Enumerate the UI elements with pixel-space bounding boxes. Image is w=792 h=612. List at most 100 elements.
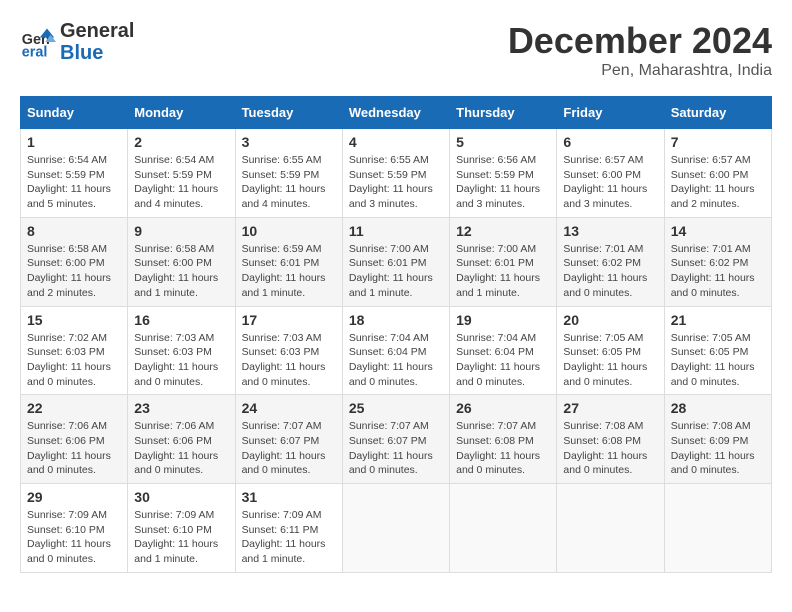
day-number: 11 [349,223,443,239]
week-row-5: 29 Sunrise: 7:09 AM Sunset: 6:10 PM Dayl… [21,484,772,573]
header-cell-monday: Monday [128,97,235,129]
day-number: 21 [671,312,765,328]
day-cell: 2 Sunrise: 6:54 AM Sunset: 5:59 PM Dayli… [128,129,235,218]
day-cell: 9 Sunrise: 6:58 AM Sunset: 6:00 PM Dayli… [128,217,235,306]
day-number: 29 [27,489,121,505]
day-detail: Sunrise: 7:00 AM Sunset: 6:01 PM Dayligh… [349,242,443,301]
day-number: 2 [134,134,228,150]
day-number: 19 [456,312,550,328]
day-cell: 12 Sunrise: 7:00 AM Sunset: 6:01 PM Dayl… [450,217,557,306]
svg-text:eral: eral [22,44,48,60]
header-cell-friday: Friday [557,97,664,129]
day-detail: Sunrise: 7:06 AM Sunset: 6:06 PM Dayligh… [134,419,228,478]
day-cell [450,484,557,573]
day-detail: Sunrise: 7:01 AM Sunset: 6:02 PM Dayligh… [671,242,765,301]
day-number: 13 [563,223,657,239]
day-detail: Sunrise: 6:57 AM Sunset: 6:00 PM Dayligh… [563,153,657,212]
day-number: 6 [563,134,657,150]
day-cell: 14 Sunrise: 7:01 AM Sunset: 6:02 PM Dayl… [664,217,771,306]
day-cell: 20 Sunrise: 7:05 AM Sunset: 6:05 PM Dayl… [557,306,664,395]
day-cell [342,484,449,573]
header-cell-tuesday: Tuesday [235,97,342,129]
day-cell: 18 Sunrise: 7:04 AM Sunset: 6:04 PM Dayl… [342,306,449,395]
day-cell: 3 Sunrise: 6:55 AM Sunset: 5:59 PM Dayli… [235,129,342,218]
day-detail: Sunrise: 7:04 AM Sunset: 6:04 PM Dayligh… [349,331,443,390]
logo-name-line1: General [60,20,134,42]
week-row-4: 22 Sunrise: 7:06 AM Sunset: 6:06 PM Dayl… [21,395,772,484]
day-cell: 7 Sunrise: 6:57 AM Sunset: 6:00 PM Dayli… [664,129,771,218]
day-number: 26 [456,400,550,416]
day-number: 1 [27,134,121,150]
day-cell: 6 Sunrise: 6:57 AM Sunset: 6:00 PM Dayli… [557,129,664,218]
week-row-1: 1 Sunrise: 6:54 AM Sunset: 5:59 PM Dayli… [21,129,772,218]
calendar-table: SundayMondayTuesdayWednesdayThursdayFrid… [20,96,772,573]
day-detail: Sunrise: 7:00 AM Sunset: 6:01 PM Dayligh… [456,242,550,301]
day-number: 17 [242,312,336,328]
day-cell: 21 Sunrise: 7:05 AM Sunset: 6:05 PM Dayl… [664,306,771,395]
logo-name-line2: Blue [60,42,134,64]
day-detail: Sunrise: 7:03 AM Sunset: 6:03 PM Dayligh… [242,331,336,390]
location: Pen, Maharashtra, India [508,62,772,80]
day-cell: 5 Sunrise: 6:56 AM Sunset: 5:59 PM Dayli… [450,129,557,218]
day-cell: 13 Sunrise: 7:01 AM Sunset: 6:02 PM Dayl… [557,217,664,306]
day-detail: Sunrise: 7:05 AM Sunset: 6:05 PM Dayligh… [563,331,657,390]
header-row: SundayMondayTuesdayWednesdayThursdayFrid… [21,97,772,129]
logo: Gen eral General Blue [20,20,134,64]
day-cell [664,484,771,573]
day-detail: Sunrise: 7:03 AM Sunset: 6:03 PM Dayligh… [134,331,228,390]
day-detail: Sunrise: 6:59 AM Sunset: 6:01 PM Dayligh… [242,242,336,301]
day-cell: 29 Sunrise: 7:09 AM Sunset: 6:10 PM Dayl… [21,484,128,573]
title-block: December 2024 Pen, Maharashtra, India [508,20,772,80]
day-detail: Sunrise: 6:54 AM Sunset: 5:59 PM Dayligh… [134,153,228,212]
day-cell: 16 Sunrise: 7:03 AM Sunset: 6:03 PM Dayl… [128,306,235,395]
header-cell-sunday: Sunday [21,97,128,129]
day-number: 25 [349,400,443,416]
header-cell-thursday: Thursday [450,97,557,129]
day-cell: 1 Sunrise: 6:54 AM Sunset: 5:59 PM Dayli… [21,129,128,218]
day-detail: Sunrise: 7:08 AM Sunset: 6:08 PM Dayligh… [563,419,657,478]
day-detail: Sunrise: 6:55 AM Sunset: 5:59 PM Dayligh… [349,153,443,212]
day-number: 3 [242,134,336,150]
day-detail: Sunrise: 7:06 AM Sunset: 6:06 PM Dayligh… [27,419,121,478]
day-detail: Sunrise: 6:54 AM Sunset: 5:59 PM Dayligh… [27,153,121,212]
day-cell: 15 Sunrise: 7:02 AM Sunset: 6:03 PM Dayl… [21,306,128,395]
day-cell: 27 Sunrise: 7:08 AM Sunset: 6:08 PM Dayl… [557,395,664,484]
day-cell: 11 Sunrise: 7:00 AM Sunset: 6:01 PM Dayl… [342,217,449,306]
header-cell-wednesday: Wednesday [342,97,449,129]
day-detail: Sunrise: 6:57 AM Sunset: 6:00 PM Dayligh… [671,153,765,212]
day-number: 8 [27,223,121,239]
day-cell: 24 Sunrise: 7:07 AM Sunset: 6:07 PM Dayl… [235,395,342,484]
day-cell: 8 Sunrise: 6:58 AM Sunset: 6:00 PM Dayli… [21,217,128,306]
day-number: 14 [671,223,765,239]
calendar-header: SundayMondayTuesdayWednesdayThursdayFrid… [21,97,772,129]
day-cell: 22 Sunrise: 7:06 AM Sunset: 6:06 PM Dayl… [21,395,128,484]
day-number: 24 [242,400,336,416]
week-row-2: 8 Sunrise: 6:58 AM Sunset: 6:00 PM Dayli… [21,217,772,306]
day-detail: Sunrise: 7:07 AM Sunset: 6:07 PM Dayligh… [242,419,336,478]
day-detail: Sunrise: 6:58 AM Sunset: 6:00 PM Dayligh… [27,242,121,301]
day-detail: Sunrise: 7:09 AM Sunset: 6:10 PM Dayligh… [27,508,121,567]
day-number: 4 [349,134,443,150]
day-number: 22 [27,400,121,416]
header-cell-saturday: Saturday [664,97,771,129]
day-cell: 19 Sunrise: 7:04 AM Sunset: 6:04 PM Dayl… [450,306,557,395]
day-detail: Sunrise: 7:07 AM Sunset: 6:07 PM Dayligh… [349,419,443,478]
day-cell: 17 Sunrise: 7:03 AM Sunset: 6:03 PM Dayl… [235,306,342,395]
day-cell: 10 Sunrise: 6:59 AM Sunset: 6:01 PM Dayl… [235,217,342,306]
day-detail: Sunrise: 7:09 AM Sunset: 6:11 PM Dayligh… [242,508,336,567]
day-number: 15 [27,312,121,328]
day-number: 31 [242,489,336,505]
day-cell: 25 Sunrise: 7:07 AM Sunset: 6:07 PM Dayl… [342,395,449,484]
day-detail: Sunrise: 7:02 AM Sunset: 6:03 PM Dayligh… [27,331,121,390]
day-detail: Sunrise: 7:09 AM Sunset: 6:10 PM Dayligh… [134,508,228,567]
day-number: 12 [456,223,550,239]
day-number: 23 [134,400,228,416]
day-number: 28 [671,400,765,416]
day-number: 16 [134,312,228,328]
day-number: 10 [242,223,336,239]
day-detail: Sunrise: 6:58 AM Sunset: 6:00 PM Dayligh… [134,242,228,301]
day-number: 20 [563,312,657,328]
page-header: Gen eral General Blue December 2024 Pen,… [20,20,772,80]
day-number: 9 [134,223,228,239]
day-cell: 26 Sunrise: 7:07 AM Sunset: 6:08 PM Dayl… [450,395,557,484]
